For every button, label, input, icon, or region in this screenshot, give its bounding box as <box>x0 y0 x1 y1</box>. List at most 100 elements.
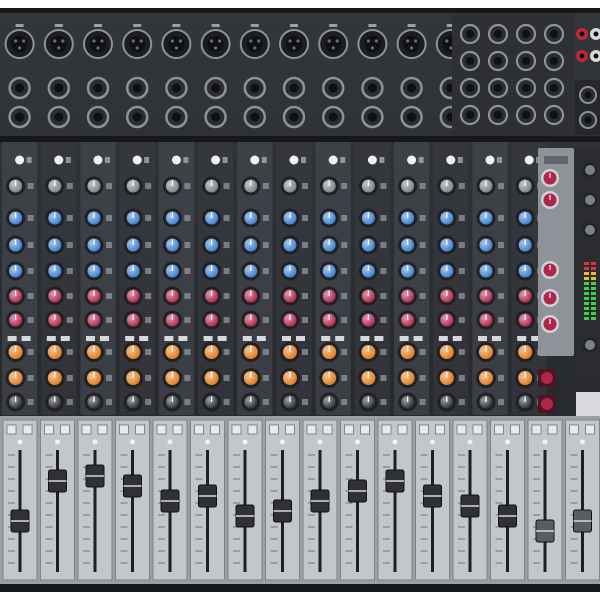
fader-slot <box>393 450 397 572</box>
channel-button <box>97 424 108 435</box>
knob-label-mark <box>184 268 191 274</box>
meter-segment <box>591 297 596 300</box>
mixer-photo <box>0 0 600 600</box>
xlr-pin <box>374 39 378 43</box>
xlr-pin <box>288 39 292 43</box>
switch <box>222 157 228 163</box>
knob-label-mark <box>262 215 269 221</box>
signal-led <box>205 439 210 445</box>
xlr-pin <box>257 39 261 43</box>
jack-socket <box>289 112 299 122</box>
knob-label-mark <box>184 183 191 189</box>
mute-button <box>438 336 448 341</box>
chassis-bottom-edge <box>0 584 600 592</box>
knob-label-mark <box>27 293 34 299</box>
meter-segment <box>584 317 589 320</box>
knob-label-mark <box>27 349 34 355</box>
fx-display <box>544 156 568 164</box>
meter-segment <box>584 302 589 305</box>
channel-button <box>569 424 579 435</box>
knob-label-mark <box>419 375 426 381</box>
jack-socket <box>250 112 260 122</box>
meter-segment <box>591 317 596 320</box>
knob-label-mark <box>262 399 269 405</box>
knob-label-mark <box>498 349 504 355</box>
jack-socket <box>93 112 103 122</box>
rca-socket <box>579 31 585 37</box>
xlr-pin <box>170 39 174 43</box>
channel-button <box>306 424 317 435</box>
signal-led <box>242 439 248 445</box>
meter-segment <box>591 292 596 295</box>
jack-socket <box>494 57 502 65</box>
jack-socket <box>550 111 558 119</box>
jack-socket <box>93 83 103 93</box>
master-knob <box>585 165 595 175</box>
jack-socket <box>289 83 299 93</box>
jack-socket <box>584 91 592 99</box>
signal-led <box>55 439 60 445</box>
jack-socket <box>550 57 558 65</box>
xlr-pin <box>406 39 410 43</box>
meter-segment <box>584 287 589 290</box>
knob-label-mark <box>66 215 73 221</box>
jack-socket <box>15 112 25 122</box>
meter-segment <box>584 297 589 300</box>
meter-segment <box>584 262 589 265</box>
signal-led <box>17 439 23 445</box>
knob-label-mark <box>262 349 269 355</box>
jack-socket <box>328 112 338 122</box>
channel-button <box>231 424 242 435</box>
knob-label-mark <box>419 399 426 405</box>
knob-label-mark <box>380 183 387 189</box>
knob-label-mark <box>498 183 504 189</box>
jack-socket <box>54 83 64 93</box>
solo-button <box>60 336 70 341</box>
knob-label-mark <box>106 183 112 189</box>
knob-label-mark <box>66 349 73 355</box>
clip-led <box>485 155 495 165</box>
knob-label-mark <box>458 399 465 405</box>
knob-label-mark <box>223 399 230 405</box>
xlr-latch <box>172 24 181 27</box>
channel-button <box>194 424 204 435</box>
meter-segment <box>591 277 596 280</box>
master-knob <box>585 195 595 205</box>
knob-label-mark <box>27 375 34 381</box>
solo-button <box>413 336 423 341</box>
xlr-latch <box>290 24 298 27</box>
xlr-pin <box>174 46 178 50</box>
channel-button <box>60 424 70 435</box>
meter-segment <box>584 272 589 275</box>
master-knob <box>585 340 595 350</box>
jack-socket <box>522 30 530 38</box>
fader-slot <box>543 450 547 572</box>
knob-label-mark <box>380 399 387 405</box>
jack-socket <box>250 83 260 93</box>
xlr-pin <box>445 39 449 43</box>
switch <box>26 157 32 163</box>
fader-slot <box>356 450 359 572</box>
knob-label-mark <box>145 293 152 299</box>
knob-label-mark <box>302 349 308 355</box>
knob-label-mark <box>458 293 465 299</box>
xlr-pin <box>61 39 65 43</box>
clip-led <box>328 155 338 165</box>
xlr-latch <box>133 24 142 27</box>
knob-label-mark <box>498 375 504 381</box>
meter-segment <box>584 307 589 310</box>
channel-button <box>285 424 295 435</box>
knob-label-mark <box>262 293 269 299</box>
channel-button <box>360 424 370 435</box>
knob-label-mark <box>106 242 112 248</box>
switch <box>183 157 189 163</box>
xlr-pin <box>292 46 296 50</box>
knob-label-mark <box>498 293 504 299</box>
knob-label-mark <box>302 242 308 248</box>
knob-label-mark <box>184 349 191 355</box>
solo-button <box>100 336 109 341</box>
knob-label-mark <box>419 215 426 221</box>
meter-segment <box>584 277 589 280</box>
clip-led <box>54 155 64 165</box>
knob-label-mark <box>27 268 34 274</box>
